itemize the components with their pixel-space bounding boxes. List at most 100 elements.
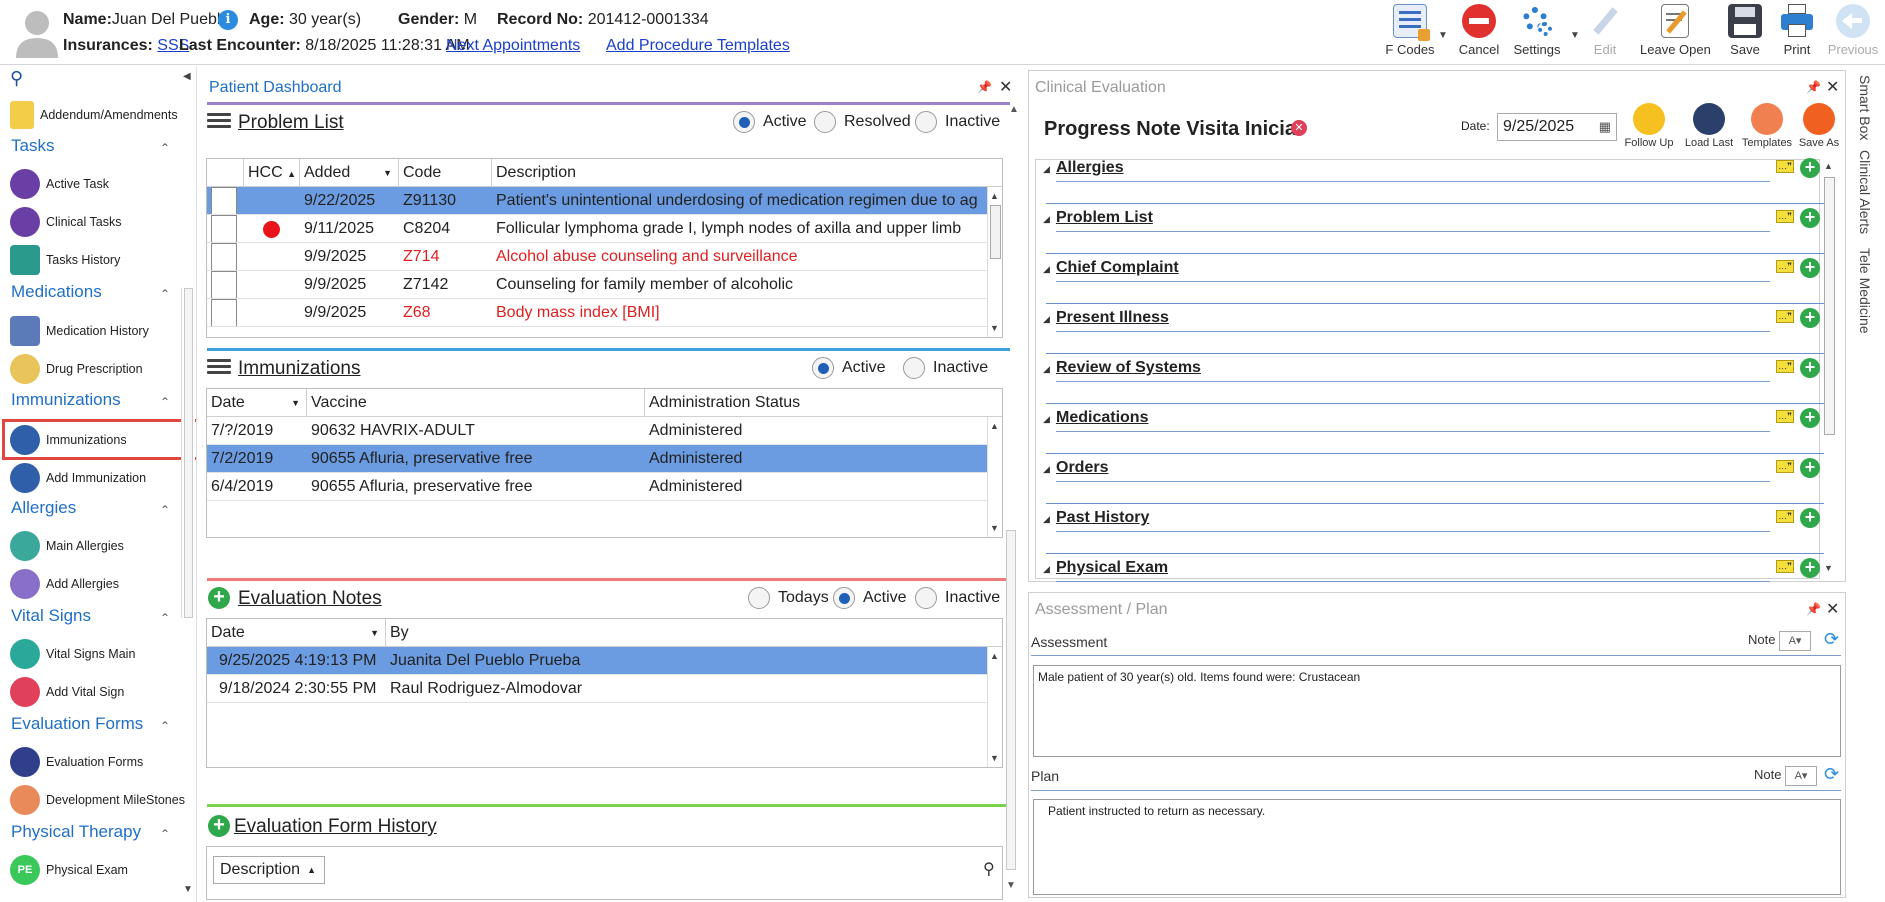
table-row[interactable]: 9/11/2025 C8204 Follicular lymphoma grade … (207, 215, 987, 243)
section-immunizations[interactable]: Immunizations (11, 390, 121, 410)
expand-section-icon[interactable]: ◢ (1043, 564, 1050, 575)
print-button[interactable]: Print (1772, 4, 1822, 60)
add-section-item-icon[interactable]: + (1800, 408, 1820, 428)
description-filter-button[interactable]: Description ▲ (213, 856, 325, 884)
add-section-item-icon[interactable]: + (1800, 508, 1820, 528)
row-checkbox[interactable] (211, 299, 237, 327)
add-evaluation-form-icon[interactable]: + (208, 815, 230, 837)
sidebar-item-add-allergies[interactable]: Add Allergies (10, 567, 185, 601)
row-checkbox[interactable] (211, 187, 237, 215)
expand-section-icon[interactable]: ◢ (1043, 164, 1050, 175)
section-allergies[interactable]: Allergies (11, 498, 76, 518)
problem-filter-inactive[interactable]: Inactive (915, 111, 1000, 133)
section-medications[interactable]: Medications (11, 282, 102, 302)
collapse-tasks-icon[interactable]: ⌃ (160, 141, 170, 155)
edit-button[interactable]: Edit (1580, 4, 1630, 60)
date-column-header[interactable]: Date ▼ (207, 389, 307, 417)
quick-text-icon[interactable]: …❞ (1776, 260, 1794, 273)
section-present-illness[interactable]: Present Illness (1056, 309, 1169, 327)
collapse-sidebar-icon[interactable]: ◀ (183, 71, 191, 82)
vaccine-column-header[interactable]: Vaccine (307, 389, 645, 417)
settings-dropdown-icon[interactable]: ▼ (1570, 30, 1580, 41)
collapse-immunizations-icon[interactable]: ⌃ (160, 395, 170, 409)
save-button[interactable]: Save (1720, 4, 1770, 60)
close-clinical-icon[interactable]: ✕ (1826, 77, 1839, 97)
leave-open-button[interactable]: Leave Open (1640, 4, 1711, 60)
collapse-medications-icon[interactable]: ⌃ (160, 287, 170, 301)
collapse-vital-signs-icon[interactable]: ⌃ (160, 611, 170, 625)
immunizations-filter-inactive[interactable]: Inactive (903, 357, 988, 379)
immunizations-scrollbar[interactable]: ▲ ▼ (987, 417, 1002, 537)
notes-filter-active[interactable]: Active (833, 587, 907, 609)
next-appointments-link[interactable]: Next Appointments (446, 37, 580, 55)
settings-button[interactable]: Settings (1508, 4, 1566, 60)
quick-text-icon[interactable]: …❞ (1776, 310, 1794, 323)
immunizations-menu-icon[interactable] (207, 356, 231, 376)
add-section-item-icon[interactable]: + (1800, 258, 1820, 278)
section-medications[interactable]: Medications (1056, 409, 1148, 427)
evaluation-notes-scrollbar[interactable]: ▲ ▼ (987, 647, 1002, 767)
status-column-header[interactable]: Administration Status (645, 389, 1002, 417)
table-row[interactable]: 9/22/2025 Z91130 Patient's unintentional u… (207, 187, 987, 215)
immunizations-title[interactable]: Immunizations (238, 358, 361, 380)
search-icon[interactable]: ⚲ (983, 859, 995, 879)
collapse-physical-therapy-icon[interactable]: ⌃ (160, 827, 170, 841)
problem-list-menu-icon[interactable] (207, 110, 231, 130)
fcodes-dropdown-icon[interactable]: ▼ (1438, 30, 1448, 41)
sidebar-item-drug-prescription[interactable]: Drug Prescription (10, 352, 185, 386)
problem-filter-active[interactable]: Active (733, 111, 807, 133)
collapse-evaluation-forms-icon[interactable]: ⌃ (160, 719, 170, 733)
section-vital-signs[interactable]: Vital Signs (11, 606, 91, 626)
sidebar-item-main-allergies[interactable]: Main Allergies (10, 529, 185, 563)
clinical-scrollbar[interactable]: ▲ ▼ (1821, 159, 1837, 579)
sidebar-item-clinical-tasks[interactable]: Clinical Tasks (10, 205, 185, 239)
add-section-item-icon[interactable]: + (1800, 558, 1820, 578)
description-column-header[interactable]: Description (492, 159, 1002, 187)
section-evaluation-forms[interactable]: Evaluation Forms (11, 714, 143, 734)
immunizations-filter-active[interactable]: Active (812, 357, 886, 379)
quick-text-icon[interactable]: …❞ (1776, 360, 1794, 373)
section-allergies[interactable]: Allergies (1056, 159, 1124, 177)
add-procedure-templates-link[interactable]: Add Procedure Templates (606, 37, 790, 55)
section-review-of-systems[interactable]: Review of Systems (1056, 359, 1201, 377)
row-checkbox[interactable] (211, 271, 237, 299)
dashboard-scroll-up-icon[interactable]: ▲ (1009, 104, 1019, 115)
add-section-item-icon[interactable]: + (1800, 358, 1820, 378)
previous-button[interactable]: Previous (1824, 4, 1882, 60)
save-as-button[interactable]: Save As (1789, 103, 1849, 149)
expand-section-icon[interactable]: ◢ (1043, 514, 1050, 525)
collapse-allergies-icon[interactable]: ⌃ (160, 503, 170, 517)
sidebar-item-active-task[interactable]: Active Task (10, 167, 185, 201)
table-row[interactable]: 9/9/2025 Z714 Alcohol abuse counseling and… (207, 243, 987, 271)
problem-list-title[interactable]: Problem List (238, 112, 344, 134)
expand-section-icon[interactable]: ◢ (1043, 364, 1050, 375)
search-icon[interactable]: ⚲ (10, 68, 23, 89)
pin-icon[interactable]: 📌 (977, 80, 992, 94)
quick-text-icon[interactable]: …❞ (1776, 510, 1794, 523)
quick-text-icon[interactable]: …❞ (1776, 210, 1794, 223)
section-physical-exam[interactable]: Physical Exam (1056, 559, 1168, 577)
follow-up-button[interactable]: Follow Up (1619, 103, 1679, 149)
quick-text-icon[interactable]: …❞ (1776, 160, 1794, 173)
tab-smart-box[interactable]: Smart Box (1857, 75, 1873, 140)
section-tasks[interactable]: Tasks (11, 136, 54, 156)
section-problem-list[interactable]: Problem List (1056, 209, 1153, 227)
add-section-item-icon[interactable]: + (1800, 208, 1820, 228)
quick-text-icon[interactable]: …❞ (1776, 460, 1794, 473)
fcodes-button[interactable]: F Codes (1380, 4, 1440, 60)
problem-list-scrollbar[interactable]: ▲ ▼ (987, 187, 1002, 337)
dashboard-scrollbar[interactable] (1006, 530, 1016, 870)
hcc-column-header[interactable]: HCC ▲ (244, 159, 300, 187)
templates-button[interactable]: Templates (1737, 103, 1797, 149)
table-row[interactable]: 7/?/2019 90632 HAVRIX-ADULT Administered (207, 417, 987, 445)
quick-text-icon[interactable]: …❞ (1776, 410, 1794, 423)
add-section-item-icon[interactable]: + (1800, 158, 1820, 178)
sidebar-scroll-down-icon[interactable]: ▼ (183, 884, 193, 895)
sidebar-scrollbar[interactable] (181, 288, 195, 618)
plan-note-dropdown[interactable]: A▾ (1785, 766, 1817, 786)
table-row[interactable]: 9/25/2025 4:19:13 PM Juanita Del Pueblo P… (207, 647, 987, 675)
expand-section-icon[interactable]: ◢ (1043, 264, 1050, 275)
table-row[interactable]: 9/9/2025 Z68 Body mass index [BMI] (207, 299, 987, 327)
add-section-item-icon[interactable]: + (1800, 308, 1820, 328)
expand-section-icon[interactable]: ◢ (1043, 314, 1050, 325)
